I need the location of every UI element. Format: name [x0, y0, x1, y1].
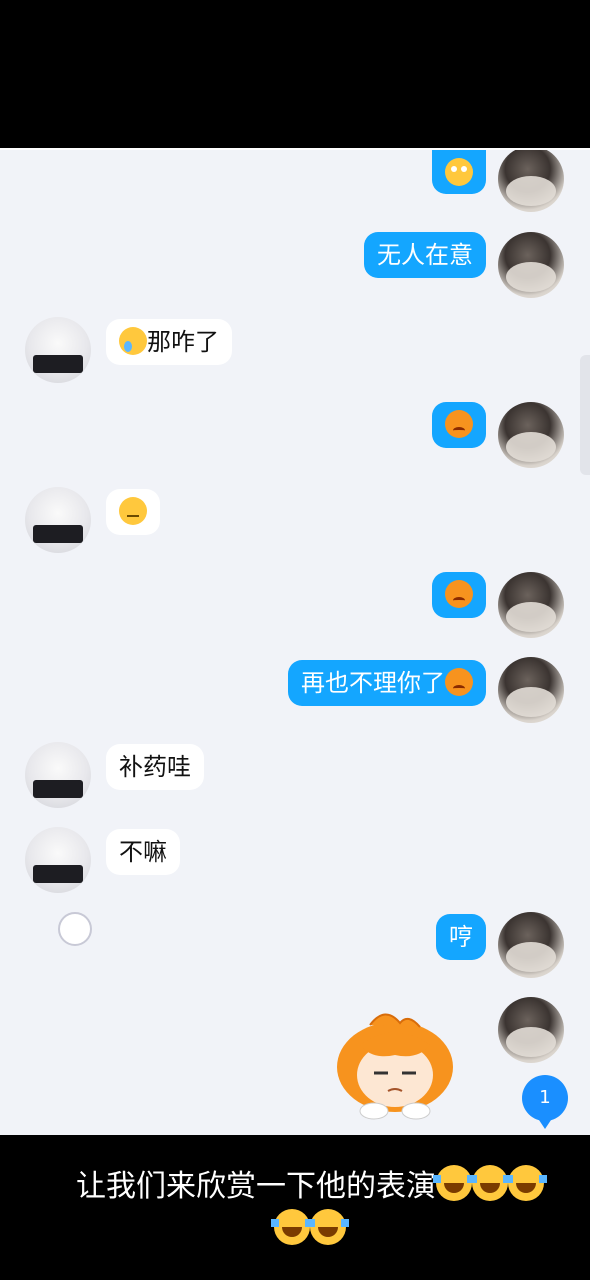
laugh-cry-emoji-icon: [505, 1165, 547, 1201]
chat-area[interactable]: 无人在意 那咋了 再也不理你了 补药哇 不嘛 哼 1: [0, 148, 590, 1135]
contact-avatar[interactable]: [25, 827, 91, 893]
laugh-cry-emoji-icon: [307, 1209, 349, 1245]
message-bubble[interactable]: [432, 572, 486, 618]
sulking-girl-sticker-icon[interactable]: [330, 1005, 460, 1120]
eyeroll-emoji-icon: [445, 158, 473, 186]
message-bubble[interactable]: [432, 402, 486, 448]
my-avatar[interactable]: [498, 232, 564, 298]
message-bubble[interactable]: [106, 489, 160, 535]
message-text: 那咋了: [147, 328, 219, 356]
caption-text: 让我们来欣赏一下他的表演: [76, 1169, 436, 1204]
message-bubble[interactable]: 再也不理你了: [288, 660, 486, 706]
laugh-cry-emoji-icon: [271, 1209, 313, 1245]
message-bubble[interactable]: 无人在意: [364, 232, 486, 278]
contact-avatar[interactable]: [25, 742, 91, 808]
my-avatar[interactable]: [498, 912, 564, 978]
laugh-cry-emoji-icon: [433, 1165, 475, 1201]
angry-emoji-icon: [445, 410, 473, 438]
message-bubble[interactable]: 不嘛: [106, 829, 180, 875]
select-circle[interactable]: [58, 912, 92, 946]
message-bubble[interactable]: [432, 150, 486, 194]
message-text: 无人在意: [377, 241, 473, 269]
my-avatar[interactable]: [498, 657, 564, 723]
message-text: 不嘛: [119, 838, 167, 866]
top-black-bar: [0, 0, 590, 148]
my-avatar[interactable]: [498, 572, 564, 638]
laugh-cry-emoji-icon: [469, 1165, 511, 1201]
unread-count-badge[interactable]: 1: [522, 1075, 568, 1129]
message-bubble[interactable]: 那咋了: [106, 319, 232, 365]
neutral-emoji-icon: [119, 497, 147, 525]
video-caption: 让我们来欣赏一下他的表演: [40, 1165, 580, 1253]
contact-avatar[interactable]: [25, 487, 91, 553]
angry-emoji-icon: [445, 668, 473, 696]
my-avatar[interactable]: [498, 402, 564, 468]
sad-emoji-icon: [119, 327, 147, 355]
scrollbar[interactable]: [580, 355, 590, 475]
angry-emoji-icon: [445, 580, 473, 608]
contact-avatar[interactable]: [25, 317, 91, 383]
message-text: 再也不理你了: [301, 669, 445, 697]
message-bubble[interactable]: 补药哇: [106, 744, 204, 790]
message-text: 哼: [449, 923, 473, 951]
my-avatar[interactable]: [498, 150, 564, 212]
message-text: 补药哇: [119, 753, 191, 781]
my-avatar[interactable]: [498, 997, 564, 1063]
message-bubble[interactable]: 哼: [436, 914, 486, 960]
